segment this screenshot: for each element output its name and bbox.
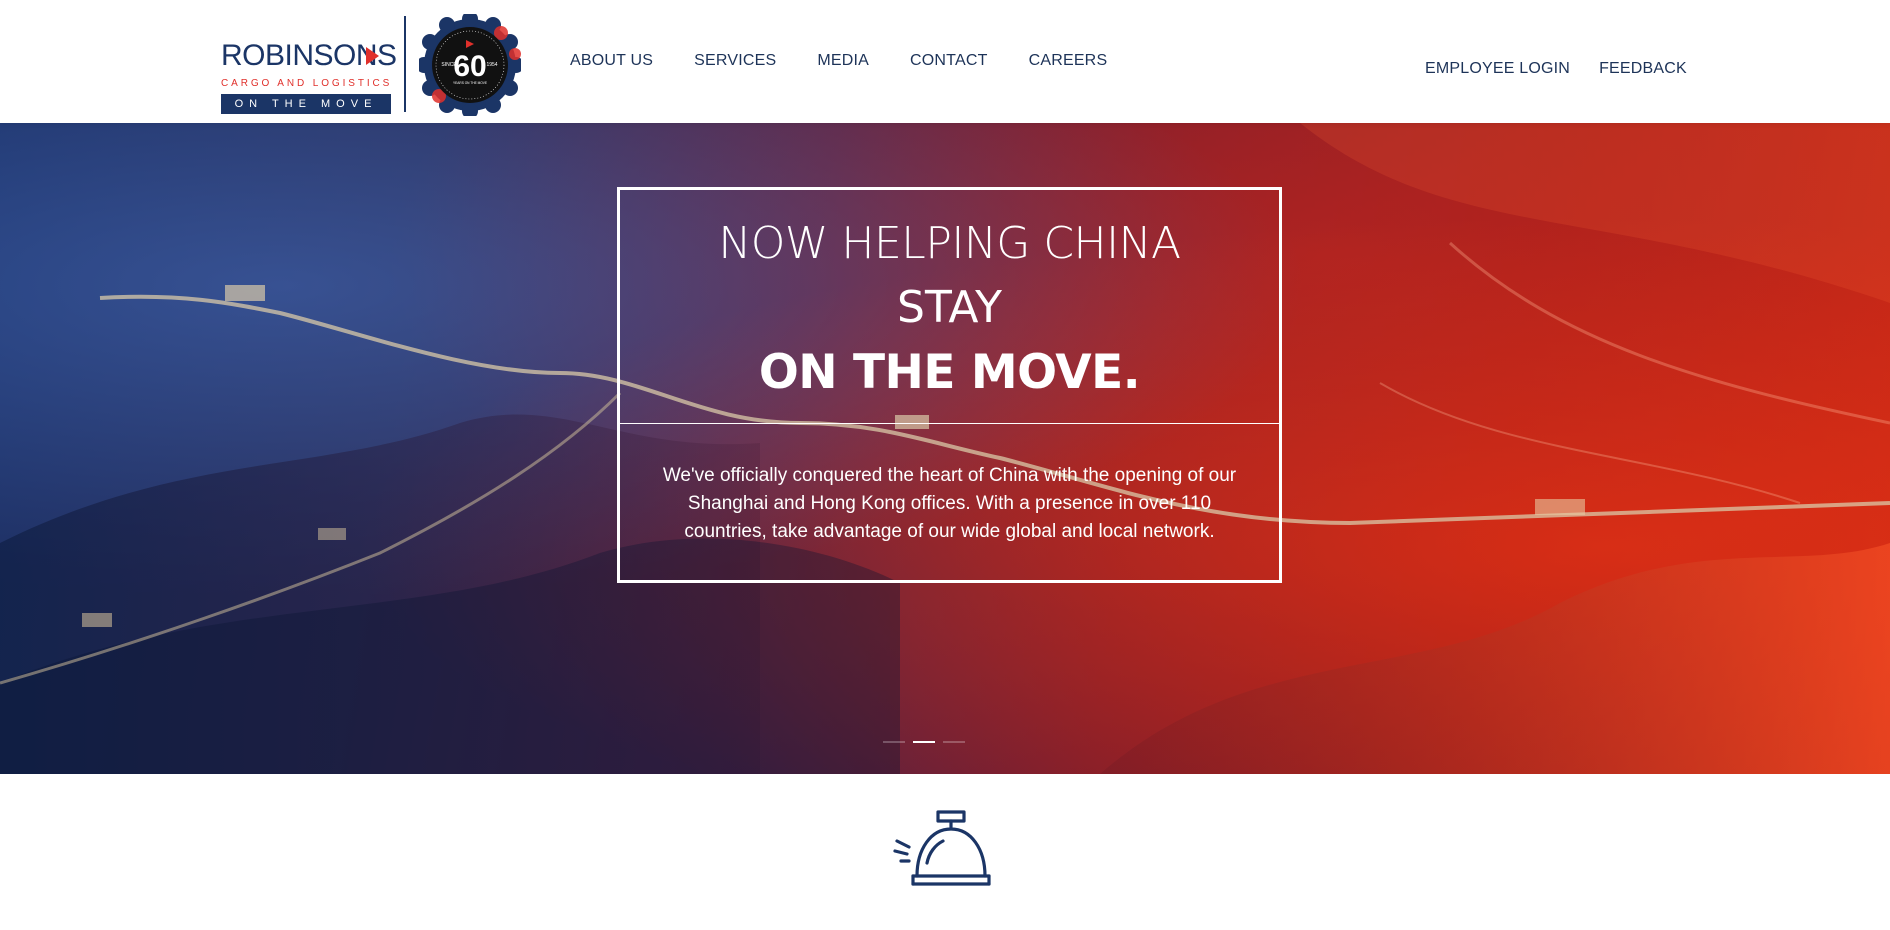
site-header: ROBINSONS CARGO AND LOGISTICS ON THE MOV… — [0, 0, 1890, 123]
slider-pagination — [883, 741, 1003, 743]
slider-dot-active[interactable] — [913, 741, 935, 743]
nav-item-contact[interactable]: CONTACT — [910, 52, 988, 70]
hero-headline: NOW HELPING CHINA STAY ON THE MOVE. — [620, 190, 1279, 423]
badge-years: 60 — [453, 50, 486, 83]
logo-link[interactable]: ROBINSONS CARGO AND LOGISTICS ON THE MOV… — [219, 14, 524, 116]
hero-slider: NOW HELPING CHINA STAY ON THE MOVE. We'v… — [0, 123, 1890, 774]
hero-headline-line-3: ON THE MOVE. — [758, 345, 1141, 400]
logo-divider — [404, 16, 406, 112]
badge-caption: YEARS ON THE MOVE — [453, 81, 487, 85]
slider-dot[interactable] — [943, 741, 965, 743]
badge-founded: 1954 — [486, 62, 497, 68]
hero-body-text: We've officially conquered the heart of … — [662, 465, 1237, 542]
slider-dot[interactable] — [883, 741, 905, 743]
nav-item-media[interactable]: MEDIA — [817, 52, 869, 70]
logo-wordmark: ROBINSONS CARGO AND LOGISTICS ON THE MOV… — [219, 28, 397, 116]
hero-divider — [620, 423, 1279, 424]
anniversary-badge-icon: 60 SINCE 1954 YEARS ON THE MOVE — [419, 14, 521, 116]
logo-tagline: ON THE MOVE — [221, 94, 391, 114]
service-bell-icon — [893, 810, 991, 886]
hero-headline-line-1: NOW HELPING CHINA — [718, 218, 1181, 269]
employee-login-link[interactable]: EMPLOYEE LOGIN — [1425, 60, 1570, 78]
utility-nav: EMPLOYEE LOGIN FEEDBACK — [1425, 60, 1716, 78]
hero-message-box: NOW HELPING CHINA STAY ON THE MOVE. We'v… — [617, 187, 1282, 583]
feedback-link[interactable]: FEEDBACK — [1599, 60, 1687, 78]
nav-item-services[interactable]: SERVICES — [694, 52, 776, 70]
main-nav: ABOUT US SERVICES MEDIA CONTACT CAREERS — [570, 52, 1148, 70]
logo-subtitle: CARGO AND LOGISTICS — [221, 78, 393, 89]
badge-since: SINCE — [441, 62, 457, 68]
hero-headline-line-2: STAY — [897, 282, 1002, 333]
logo-arrow-icon — [366, 47, 379, 65]
nav-item-about-us[interactable]: ABOUT US — [570, 52, 653, 70]
nav-item-careers[interactable]: CAREERS — [1029, 52, 1108, 70]
